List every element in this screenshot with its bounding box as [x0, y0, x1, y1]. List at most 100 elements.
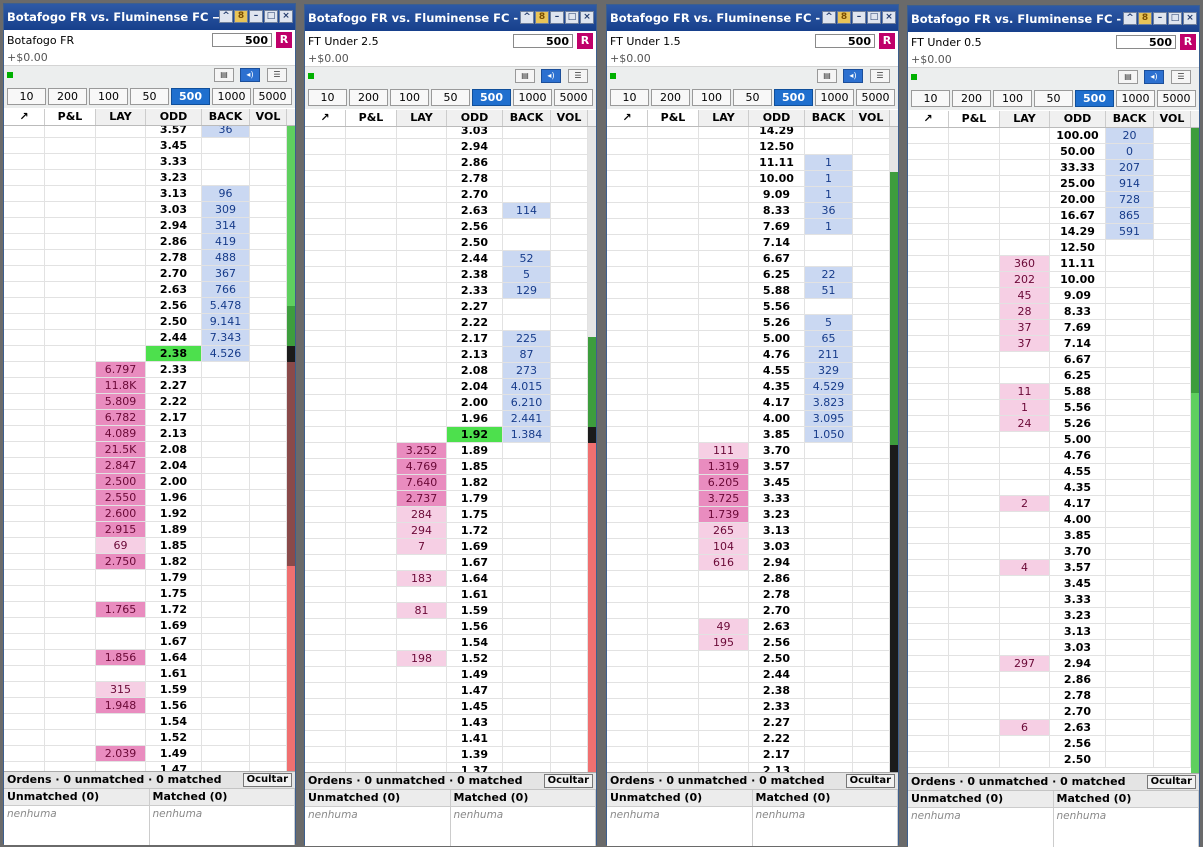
sound-icon[interactable]: ◂) — [843, 69, 863, 83]
back-cell[interactable] — [1106, 608, 1154, 623]
lay-cell[interactable]: 4.089 — [96, 426, 146, 441]
back-cell[interactable] — [805, 523, 853, 538]
back-cell[interactable]: 914 — [1106, 176, 1154, 191]
back-cell[interactable] — [805, 475, 853, 490]
stake-button[interactable]: 100 — [993, 90, 1032, 107]
stake-button[interactable]: 5000 — [554, 89, 593, 106]
back-cell[interactable] — [1106, 672, 1154, 687]
close-icon[interactable]: × — [580, 11, 594, 24]
sound-icon[interactable]: ◂) — [541, 69, 561, 83]
back-cell[interactable]: 2.441 — [503, 411, 551, 426]
lay-cell[interactable]: 6.782 — [96, 410, 146, 425]
minimize-icon[interactable]: – — [249, 10, 263, 23]
back-cell[interactable]: 36 — [202, 126, 250, 137]
back-cell[interactable] — [1106, 336, 1154, 351]
back-cell[interactable] — [805, 251, 853, 266]
back-cell[interactable]: 1.050 — [805, 427, 853, 442]
back-cell[interactable] — [503, 715, 551, 730]
back-cell[interactable] — [202, 394, 250, 409]
back-cell[interactable] — [1106, 704, 1154, 719]
back-cell[interactable] — [503, 491, 551, 506]
back-cell[interactable] — [805, 491, 853, 506]
collapse-up-icon[interactable]: ^ — [822, 11, 836, 24]
stake-input[interactable]: 500 — [1116, 35, 1176, 49]
stake-button[interactable]: 1000 — [815, 89, 854, 106]
lay-cell[interactable] — [96, 714, 146, 729]
settings-icon[interactable]: ☰ — [568, 69, 588, 83]
lay-cell[interactable] — [397, 203, 447, 218]
lay-cell[interactable] — [1000, 640, 1050, 655]
lay-cell[interactable] — [397, 267, 447, 282]
back-cell[interactable] — [1106, 496, 1154, 511]
title-bar[interactable]: Botafogo FR vs. Fluminense FC - More... … — [908, 6, 1199, 32]
lay-cell[interactable] — [397, 187, 447, 202]
lay-cell[interactable]: 3.725 — [699, 491, 749, 506]
lay-cell[interactable] — [699, 299, 749, 314]
back-cell[interactable] — [202, 458, 250, 473]
back-cell[interactable] — [1106, 240, 1154, 255]
stake-button[interactable]: 500 — [171, 88, 210, 105]
lay-cell[interactable] — [699, 235, 749, 250]
collapse-up-icon[interactable]: ^ — [1123, 12, 1137, 25]
back-cell[interactable] — [202, 682, 250, 697]
lay-cell[interactable]: 2.500 — [96, 474, 146, 489]
back-cell[interactable] — [805, 763, 853, 772]
lay-cell[interactable] — [96, 186, 146, 201]
sound-icon[interactable]: ◂) — [1144, 70, 1164, 84]
lay-cell[interactable]: 360 — [1000, 256, 1050, 271]
back-cell[interactable] — [805, 539, 853, 554]
back-cell[interactable]: 20 — [1106, 128, 1154, 143]
lay-cell[interactable] — [699, 427, 749, 442]
back-cell[interactable] — [202, 762, 250, 771]
back-cell[interactable] — [503, 555, 551, 570]
back-cell[interactable]: 6.210 — [503, 395, 551, 410]
back-cell[interactable] — [202, 554, 250, 569]
back-cell[interactable] — [202, 362, 250, 377]
lay-cell[interactable]: 6.205 — [699, 475, 749, 490]
back-cell[interactable] — [202, 442, 250, 457]
back-cell[interactable] — [503, 571, 551, 586]
stake-button[interactable]: 50 — [431, 89, 470, 106]
lay-cell[interactable]: 1.765 — [96, 602, 146, 617]
lay-cell[interactable] — [397, 155, 447, 170]
back-cell[interactable] — [202, 170, 250, 185]
lay-cell[interactable] — [96, 330, 146, 345]
lay-cell[interactable] — [1000, 512, 1050, 527]
lay-cell[interactable] — [1000, 240, 1050, 255]
stake-button[interactable]: 100 — [692, 89, 731, 106]
stake-button[interactable]: 10 — [911, 90, 950, 107]
lay-cell[interactable]: 3.252 — [397, 443, 447, 458]
back-cell[interactable] — [503, 763, 551, 772]
lay-cell[interactable] — [699, 715, 749, 730]
lay-cell[interactable] — [96, 138, 146, 153]
back-cell[interactable] — [503, 459, 551, 474]
lay-cell[interactable] — [96, 730, 146, 745]
back-cell[interactable] — [503, 667, 551, 682]
lay-cell[interactable]: 1.948 — [96, 698, 146, 713]
hide-orders-button[interactable]: Ocultar — [1146, 775, 1196, 789]
back-cell[interactable]: 766 — [202, 282, 250, 297]
lay-cell[interactable] — [397, 715, 447, 730]
back-cell[interactable]: 114 — [503, 203, 551, 218]
back-cell[interactable]: 4.526 — [202, 346, 250, 361]
back-cell[interactable] — [805, 587, 853, 602]
back-cell[interactable] — [1106, 320, 1154, 335]
lay-cell[interactable] — [397, 411, 447, 426]
lay-cell[interactable] — [397, 731, 447, 746]
stack-icon[interactable]: ▤ — [1118, 70, 1138, 84]
stake-button[interactable]: 1000 — [513, 89, 552, 106]
back-cell[interactable] — [503, 635, 551, 650]
back-cell[interactable] — [805, 715, 853, 730]
back-cell[interactable]: 9.141 — [202, 314, 250, 329]
lay-cell[interactable] — [96, 762, 146, 771]
back-cell[interactable] — [503, 651, 551, 666]
stake-button[interactable]: 50 — [1034, 90, 1073, 107]
maximize-icon[interactable]: □ — [867, 11, 881, 24]
title-bar[interactable]: Botafogo FR vs. Fluminense FC - More... … — [607, 5, 898, 31]
lay-cell[interactable] — [699, 763, 749, 772]
lay-cell[interactable]: 202 — [1000, 272, 1050, 287]
lay-cell[interactable] — [1000, 128, 1050, 143]
minimize-icon[interactable]: – — [852, 11, 866, 24]
back-cell[interactable] — [1106, 288, 1154, 303]
lay-cell[interactable]: 297 — [1000, 656, 1050, 671]
